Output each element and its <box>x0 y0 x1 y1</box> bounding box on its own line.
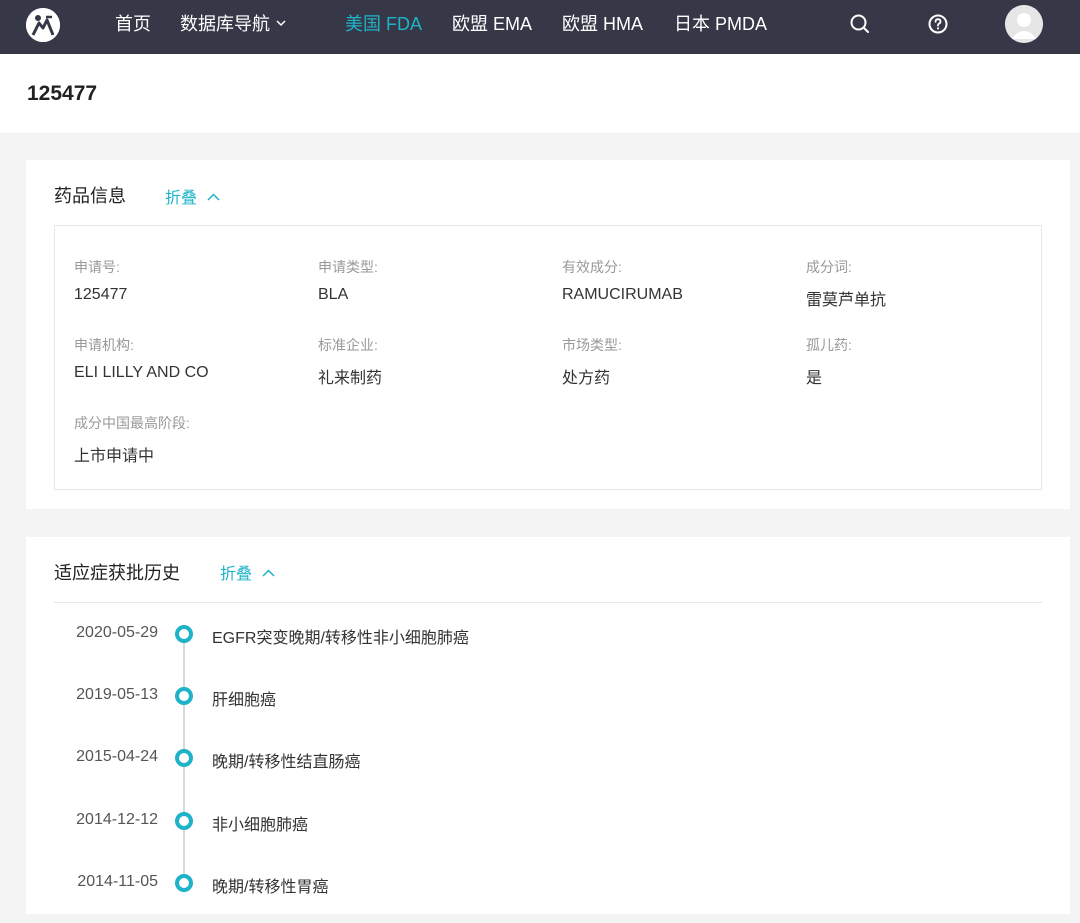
timeline-indication: EGFR突变晚期/转移性非小细胞肺癌 <box>212 630 469 647</box>
timeline-dot <box>175 874 193 892</box>
field-value: 处方药 <box>562 370 611 387</box>
field-label: 成分词: <box>806 259 852 275</box>
timeline-indication: 肝细胞癌 <box>212 692 277 709</box>
field-label: 标准企业: <box>318 337 378 353</box>
timeline-indication: 晚期/转移性结直肠癌 <box>212 754 361 771</box>
timeline-dot <box>175 687 193 705</box>
collapse-label: 折叠 <box>220 566 253 583</box>
field-label: 申请号: <box>74 259 120 275</box>
field-value: BLA <box>318 286 349 303</box>
field-label: 市场类型: <box>562 337 622 353</box>
timeline-item: 2014-11-05 晚期/转移性胃癌 <box>26 871 1070 896</box>
nav-ema[interactable]: 欧盟 EMA <box>452 0 532 54</box>
timeline-item: 2014-12-12 非小细胞肺癌 <box>26 809 1070 834</box>
nav-hma[interactable]: 欧盟 HMA <box>562 0 643 54</box>
nav-pmda[interactable]: 日本 PMDA <box>674 0 767 54</box>
logo-icon[interactable] <box>26 8 60 42</box>
help-icon[interactable] <box>926 12 950 36</box>
page-header: 125477 <box>0 54 1080 133</box>
field-application-number: 申请号: 125477 <box>74 257 127 304</box>
timeline-date: 2019-05-13 <box>76 686 158 703</box>
timeline-indication: 晚期/转移性胃癌 <box>212 879 329 896</box>
timeline-indication: 非小细胞肺癌 <box>212 817 309 834</box>
field-orphan-drug: 孤儿药: 是 <box>806 335 852 388</box>
approval-history-card: 适应症获批历史 折叠 2020-05-29 EGFR突变晚期/转移性非小细胞肺癌… <box>26 537 1070 914</box>
section-divider <box>54 602 1042 603</box>
field-standard-company: 标准企业: 礼来制药 <box>318 335 382 388</box>
field-market-type: 市场类型: 处方药 <box>562 335 622 388</box>
drug-info-grid: 申请号: 125477 申请类型: BLA 有效成分: RAMUCIRUMAB … <box>54 225 1042 490</box>
timeline-date: 2020-05-29 <box>76 624 158 641</box>
timeline-dot <box>175 625 193 643</box>
timeline-dot <box>175 812 193 830</box>
timeline-date: 2015-04-24 <box>76 748 158 765</box>
field-value: 是 <box>806 370 823 387</box>
nav-home[interactable]: 首页 <box>115 0 151 54</box>
field-active-ingredient: 有效成分: RAMUCIRUMAB <box>562 257 683 304</box>
drug-info-card: 药品信息 折叠 申请号: 125477 申请类型: BLA 有效成分: RAMU… <box>26 160 1070 509</box>
field-value: 礼来制药 <box>318 370 383 387</box>
search-icon[interactable] <box>848 12 872 36</box>
field-value: ELI LILLY AND CO <box>74 364 209 381</box>
timeline-dot <box>175 749 193 767</box>
field-label: 成分中国最高阶段: <box>74 415 190 431</box>
nav-database-label: 数据库导航 <box>180 14 270 34</box>
chevron-down-icon <box>276 20 286 26</box>
collapse-label: 折叠 <box>165 190 198 207</box>
chevron-up-icon <box>262 569 275 577</box>
field-china-highest-stage: 成分中国最高阶段: 上市申请中 <box>74 413 190 466</box>
field-application-type: 申请类型: BLA <box>318 257 378 304</box>
drug-info-heading: 药品信息 <box>54 186 126 206</box>
nav-database-dropdown[interactable]: 数据库导航 <box>180 0 286 54</box>
field-value: 雷莫芦单抗 <box>806 292 887 309</box>
field-ingredient-term: 成分词: 雷莫芦单抗 <box>806 257 886 310</box>
timeline-date: 2014-11-05 <box>77 873 158 890</box>
approval-history-heading: 适应症获批历史 <box>54 563 180 583</box>
page-title: 125477 <box>27 82 98 105</box>
field-applicant: 申请机构: ELI LILLY AND CO <box>74 335 209 382</box>
chevron-up-icon <box>207 193 220 201</box>
field-value: RAMUCIRUMAB <box>562 286 683 303</box>
approval-history-collapse-button[interactable]: 折叠 <box>220 560 275 584</box>
nav-fda[interactable]: 美国 FDA <box>345 0 422 54</box>
field-value: 上市申请中 <box>74 448 155 465</box>
top-nav-bar: 首页 数据库导航 美国 FDA 欧盟 EMA 欧盟 HMA 日本 PMDA <box>0 0 1080 54</box>
timeline-date: 2014-12-12 <box>76 811 158 828</box>
field-label: 申请类型: <box>318 259 378 275</box>
drug-info-collapse-button[interactable]: 折叠 <box>165 184 220 208</box>
field-label: 孤儿药: <box>806 337 852 353</box>
field-label: 有效成分: <box>562 259 622 275</box>
field-value: 125477 <box>74 286 128 303</box>
timeline-item: 2015-04-24 晚期/转移性结直肠癌 <box>26 746 1070 771</box>
user-avatar-icon[interactable] <box>1005 5 1043 43</box>
timeline-item: 2019-05-13 肝细胞癌 <box>26 684 1070 709</box>
field-label: 申请机构: <box>74 337 134 353</box>
timeline-item: 2020-05-29 EGFR突变晚期/转移性非小细胞肺癌 <box>26 622 1070 647</box>
